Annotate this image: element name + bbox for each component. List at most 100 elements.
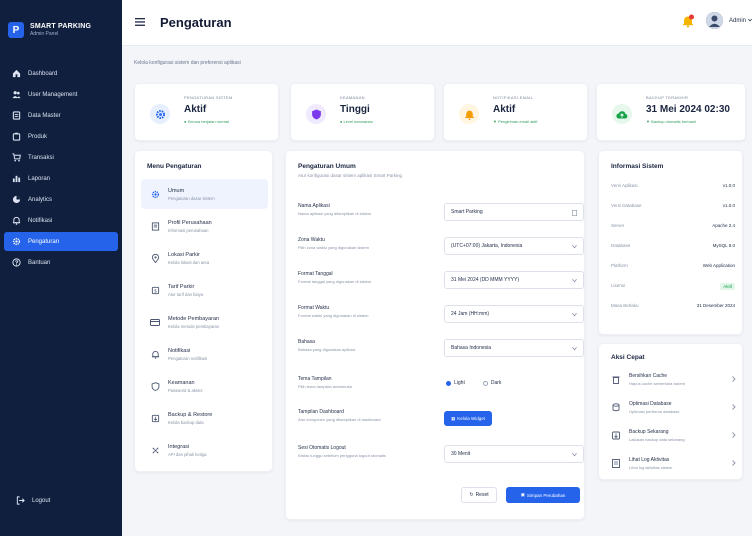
menu-item-name: Integrasi	[168, 443, 190, 450]
settings-menu-item-keamanan[interactable]: Keamanan Password & akses	[141, 371, 268, 401]
system-info-panel: Informasi Sistem Versi Aplikasi v1.0.0 Ve…	[598, 150, 743, 335]
theme-light-radio[interactable]	[446, 380, 451, 386]
grid-icon: ▦	[450, 415, 456, 421]
sidebar-item-dashboard[interactable]: Dashboard	[4, 64, 118, 83]
chevron-right-icon	[732, 460, 737, 466]
quick-action-desc: Hapus cache sementara sistem	[629, 380, 686, 386]
quick-action-optimize-db[interactable]: Optimasi Database Optimasi performa datab…	[609, 394, 737, 420]
sidebar-item-bantuan[interactable]: Bantuan	[4, 253, 118, 272]
general-settings-title: Pengaturan Umum	[298, 163, 356, 170]
info-key: Server	[611, 223, 625, 228]
theme-dark-label[interactable]: Dark	[491, 380, 502, 386]
settings-menu-item-lokasi[interactable]: Lokasi Parkir Kelola lokasi dan area	[141, 243, 268, 273]
quick-action-name: Lihat Log Aktivitas	[629, 456, 670, 463]
stat-card-backup: BACKUP TERAKHIR 31 Mei 2024 02:30 ▼ Backup…	[596, 83, 746, 141]
field-dashboard: Tampilan Dashboard Atur komponen yang di…	[298, 409, 578, 435]
sidebar-item-notifikasi[interactable]: Notifikasi	[4, 211, 118, 230]
stat-value: Tinggi	[340, 104, 370, 115]
quick-action-backup-now[interactable]: Backup Sekarang Lakukan backup data sekar…	[609, 422, 737, 448]
sidebar-item-user-management[interactable]: User Management	[4, 85, 118, 104]
auto-logout-select[interactable]: 30 Menit	[444, 445, 584, 463]
sidebar-item-label: Bantuan	[28, 259, 51, 266]
app-name-input[interactable]: Smart Parking	[444, 203, 584, 221]
timezone-select[interactable]: (UTC+07:00) Jakarta, Indonesia	[444, 237, 584, 255]
field-desc: Waktu tunggu sebelum pengguna logout oto…	[298, 453, 386, 458]
save-button[interactable]: ▣ Simpan Perubahan	[506, 487, 580, 503]
stat-sub: ● Semua berjalan normal	[184, 119, 229, 124]
menu-item-desc: Pengaturan notifikasi	[168, 355, 208, 361]
field-desc: Atur komponen yang ditampilkan di dashbo…	[298, 417, 381, 422]
bell-icon	[12, 216, 21, 225]
chevron-down-icon	[572, 346, 577, 351]
field-desc: Format tanggal yang digunakan di sistem	[298, 279, 372, 284]
save-icon: ▣	[520, 492, 525, 497]
sidebar-item-produk[interactable]: Produk	[4, 127, 118, 146]
info-value: v1.0.0	[722, 203, 735, 208]
field-language: Bahasa Bahasa yang digunakan aplikasi Ba…	[298, 339, 584, 365]
info-key: Masa Berlaku	[611, 303, 639, 308]
sidebar-item-label: Pengaturan	[28, 238, 60, 245]
database-icon	[609, 402, 623, 412]
stat-value: 31 Mei 2024 02:30	[646, 104, 730, 115]
system-info-title: Informasi Sistem	[611, 163, 664, 170]
quick-action-view-log[interactable]: Lihat Log Aktivitas Lihat log aktivitas s…	[609, 450, 737, 476]
sidebar-item-transaksi[interactable]: Transaksi	[4, 148, 118, 167]
theme-dark-radio[interactable]	[482, 380, 488, 386]
refresh-icon: ↻	[469, 492, 474, 498]
stat-card-security: KEAMANAN Tinggi ● Level keamanan	[290, 83, 435, 141]
sidebar-item-pengaturan[interactable]: Pengaturan	[4, 232, 118, 251]
language-select[interactable]: Bahasa Indonesia	[444, 339, 584, 357]
field-desc: Pilih tema tampilan antarmuka	[298, 384, 352, 389]
home-icon	[12, 69, 21, 78]
language-value: Bahasa Indonesia	[451, 345, 492, 351]
field-date-format: Format Tanggal Format tanggal yang digun…	[298, 271, 584, 297]
sidebar: P SMART PARKING Admin Panel Dashboard Us…	[0, 0, 122, 536]
time-format-select[interactable]: 24 Jam (HH:mm)	[444, 305, 584, 323]
shield-icon	[306, 104, 326, 124]
logout-label: Logout	[32, 497, 51, 504]
brand: P SMART PARKING Admin Panel	[0, 0, 122, 46]
settings-menu-item-notifikasi[interactable]: Notifikasi Pengaturan notifikasi	[141, 339, 268, 369]
settings-menu-title: Menu Pengaturan	[147, 163, 202, 170]
sidebar-item-analytics[interactable]: Analytics	[4, 190, 118, 209]
settings-menu-item-umum[interactable]: Umum Pengaturan dasar sistem	[141, 179, 268, 209]
info-key: Database	[611, 243, 631, 248]
manage-widget-button[interactable]: ▦ Kelola Widget	[444, 411, 492, 426]
quick-action-clear-cache[interactable]: Bersihkan Cache Hapus cache sementara sis…	[609, 366, 737, 392]
backup-icon	[148, 414, 162, 423]
gear-icon	[150, 104, 170, 124]
stat-label: BACKUP TERAKHIR	[646, 95, 689, 100]
settings-menu-item-tarif[interactable]: $ Tarif Parkir Atur tarif dan biaya	[141, 275, 268, 305]
date-format-select[interactable]: 31 Mei 2024 (DD MMM YYYY)	[444, 271, 584, 289]
menu-item-name: Profil Perusahaan	[168, 219, 212, 226]
reset-button[interactable]: ↻ Reset	[461, 487, 497, 503]
avatar[interactable]	[705, 12, 723, 29]
sidebar-item-label: User Management	[28, 91, 78, 98]
field-desc: Nama aplikasi yang ditampilkan di sistem	[298, 211, 372, 216]
menu-item-desc: Informasi perusahaan	[168, 227, 209, 233]
tag-icon: $	[148, 286, 162, 295]
settings-menu-item-backup[interactable]: Backup & Restore Kelola backup data	[141, 403, 268, 433]
menu-item-desc: Kelola lokasi dan area	[168, 259, 210, 265]
theme-light-label[interactable]: Light	[454, 380, 465, 386]
notification-bell-icon[interactable]	[681, 14, 695, 28]
info-row: Platform Web Application	[611, 263, 735, 268]
brand-subtitle: Admin Panel	[30, 31, 59, 37]
document-icon	[572, 210, 578, 217]
chevron-down-icon[interactable]	[748, 17, 752, 24]
shield-icon	[148, 381, 162, 391]
database-icon	[12, 111, 21, 120]
logout-button[interactable]: Logout	[8, 491, 58, 510]
sidebar-item-laporan[interactable]: Laporan	[4, 169, 118, 188]
user-name[interactable]: Admin	[729, 18, 746, 24]
field-app-name: Nama Aplikasi Nama aplikasi yang ditampi…	[298, 203, 584, 229]
hamburger-icon[interactable]	[135, 17, 145, 28]
settings-menu-item-pembayaran[interactable]: Metode Pembayaran Kelola metode pembayara…	[141, 307, 268, 337]
menu-item-name: Lokasi Parkir	[168, 251, 200, 258]
menu-item-desc: Atur tarif dan biaya	[168, 291, 204, 297]
settings-menu-item-profil[interactable]: Profil Perusahaan Informasi perusahaan	[141, 211, 268, 241]
sidebar-nav: Dashboard User Management Data Master Pr…	[0, 64, 122, 272]
sidebar-item-data-master[interactable]: Data Master	[4, 106, 118, 125]
settings-menu-item-integrasi[interactable]: Integrasi API dan pihak ketiga	[141, 435, 268, 465]
menu-item-name: Keamanan	[168, 379, 195, 386]
